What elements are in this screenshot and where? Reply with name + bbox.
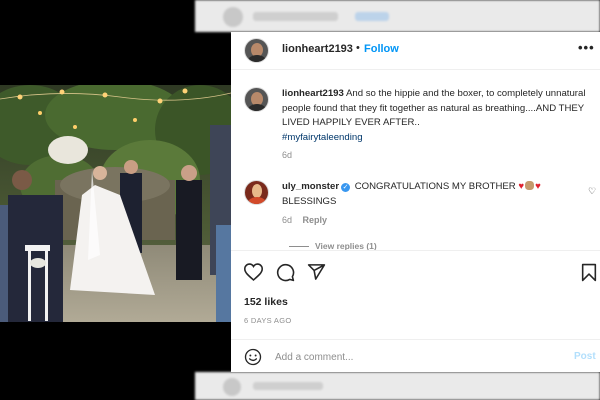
follow-button[interactable]: Follow [364, 43, 399, 55]
header-separator: • [356, 42, 360, 54]
verified-badge-icon: ✓ [341, 183, 351, 192]
comment-timestamp[interactable]: 6d [282, 215, 292, 225]
red-heart-emoji-icon: ♥ [535, 181, 541, 192]
reply-button[interactable]: Reply [303, 215, 328, 225]
flexed-biceps-emoji-icon [525, 181, 535, 190]
background-feed-bottom [195, 372, 600, 400]
caption-author-avatar[interactable] [244, 87, 269, 112]
post-header: lionheart2193 • Follow ••• [231, 32, 600, 70]
wedding-photo-image [0, 85, 231, 322]
background-avatar [223, 378, 241, 396]
post-actions: 152 likes 6 DAYS AGO Post [231, 250, 600, 372]
avatar-body [248, 197, 266, 204]
heart-outline-icon[interactable] [243, 263, 264, 286]
post-detail-panel: lionheart2193 • Follow ••• lionheart2193… [231, 32, 600, 372]
avatar-body [248, 104, 266, 111]
author-avatar[interactable] [244, 38, 269, 63]
comment-text: CONGRATULATIONS MY BROTHER [354, 181, 516, 192]
post-photo[interactable] [0, 85, 231, 322]
comment-composer: Post [231, 339, 600, 373]
comment-item: uly_monster ✓ CONGRATULATIONS MY BROTHER … [282, 180, 572, 209]
comment-like-heart-icon[interactable]: ♡ [588, 186, 596, 197]
caption-timestamp[interactable]: 6d [282, 150, 292, 160]
post-date[interactable]: 6 DAYS AGO [244, 316, 291, 325]
commenter-username[interactable]: uly_monster [282, 181, 339, 192]
avatar-body [248, 55, 266, 62]
avatar-face [252, 184, 262, 198]
post-comment-button[interactable]: Post [574, 351, 596, 362]
replies-divider-line [289, 246, 309, 248]
bookmark-icon[interactable] [581, 263, 597, 287]
background-follow [355, 12, 389, 21]
comment-text-continued: BLESSINGS [282, 195, 337, 207]
author-username[interactable]: lionheart2193 [282, 43, 353, 55]
comment-meta: 6d Reply [282, 215, 327, 225]
comment-bubble-icon[interactable] [276, 263, 295, 287]
more-options-icon[interactable]: ••• [578, 40, 595, 55]
commenter-avatar[interactable] [244, 180, 269, 205]
caption-username[interactable]: lionheart2193 [282, 88, 344, 99]
post-caption: lionheart2193 And so the hippie and the … [282, 87, 592, 145]
background-username [253, 12, 338, 21]
smiley-icon[interactable] [244, 348, 262, 371]
paper-plane-icon[interactable] [307, 263, 326, 286]
background-username [253, 382, 323, 390]
background-avatar [223, 7, 243, 27]
red-heart-emoji-icon: ♥ [518, 181, 525, 192]
caption-hashtag[interactable]: #myfairytaleending [282, 132, 363, 143]
like-count[interactable]: 152 likes [244, 296, 288, 308]
comment-input[interactable] [275, 349, 555, 365]
background-feed-top [195, 0, 600, 32]
